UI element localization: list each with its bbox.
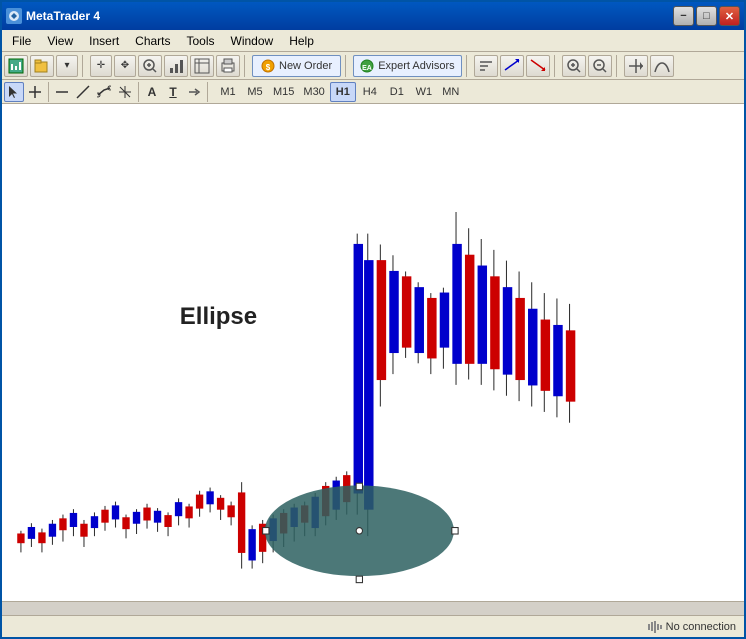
toolbar2-sep2 <box>138 82 139 102</box>
tf-h1[interactable]: H1 <box>330 82 356 102</box>
signal-bar2 <box>651 622 653 631</box>
toolbar-zoomin2-btn[interactable] <box>562 55 586 77</box>
window-title: MetaTrader 4 <box>26 9 100 23</box>
toolbar-buy-btn[interactable] <box>500 55 524 77</box>
menu-file[interactable]: File <box>4 32 39 50</box>
status-bar: No connection <box>2 615 744 637</box>
tf-m15[interactable]: M15 <box>269 82 298 102</box>
tf-w1[interactable]: W1 <box>411 82 437 102</box>
toolbar-zoomout-btn[interactable] <box>588 55 612 77</box>
expert-advisors-label: Expert Advisors <box>378 60 454 72</box>
menu-insert[interactable]: Insert <box>81 32 127 50</box>
toolbar-sep2 <box>244 55 248 77</box>
signal-bar4 <box>657 624 659 630</box>
menu-bar: File View Insert Charts Tools Window Hel… <box>2 30 744 52</box>
tf-m5[interactable]: M5 <box>242 82 268 102</box>
minimize-button[interactable]: − <box>673 6 694 26</box>
expert-advisors-button[interactable]: EA Expert Advisors <box>353 55 461 77</box>
timeframe-buttons: M1 M5 M15 M30 H1 H4 D1 W1 MN <box>215 82 464 102</box>
tf-h4[interactable]: H4 <box>357 82 383 102</box>
toolbar2-sep3 <box>207 82 208 102</box>
toolbar-crosshair-btn[interactable]: ✛ <box>90 55 112 77</box>
toolbar-dropdown-btn[interactable]: ▾ <box>56 55 78 77</box>
title-controls: − □ ✕ <box>673 6 740 26</box>
tool-crosshair-btn[interactable] <box>25 82 45 102</box>
tool-arrow-btn[interactable] <box>184 82 204 102</box>
handle-left[interactable] <box>263 528 269 534</box>
close-button[interactable]: ✕ <box>719 6 740 26</box>
handle-right[interactable] <box>452 528 458 534</box>
tool-text-btn[interactable]: A <box>142 82 162 102</box>
toolbar2: A T M1 M5 M15 M30 H1 H4 D1 W1 MN <box>2 80 744 104</box>
toolbar-zoomin-btn[interactable] <box>138 55 162 77</box>
signal-bar5 <box>660 625 662 629</box>
main-window: MetaTrader 4 − □ ✕ File View Insert Char… <box>0 0 746 639</box>
signal-bar3 <box>654 621 656 633</box>
tf-m30[interactable]: M30 <box>299 82 328 102</box>
toolbar-sync-btn[interactable] <box>624 55 648 77</box>
tool-label-btn[interactable]: T <box>163 82 183 102</box>
tf-m1[interactable]: M1 <box>215 82 241 102</box>
signal-bar1 <box>648 624 650 630</box>
toolbar-sep5 <box>554 55 558 77</box>
menu-help[interactable]: Help <box>281 32 322 50</box>
toolbar1: ▾ ✛ ✥ $ New Order EA Expert Advisors <box>2 52 744 80</box>
connection-status: No connection <box>666 621 736 633</box>
toolbar-sep4 <box>466 55 470 77</box>
toolbar-template-btn[interactable] <box>190 55 214 77</box>
toolbar-print-btn[interactable] <box>216 55 240 77</box>
toolbar-new-chart-btn[interactable] <box>4 55 28 77</box>
tool-line-btn[interactable] <box>52 82 72 102</box>
title-bar-left: MetaTrader 4 <box>6 8 100 24</box>
menu-window[interactable]: Window <box>223 32 282 50</box>
ellipse-label: Ellipse <box>180 303 257 331</box>
menu-tools[interactable]: Tools <box>179 32 223 50</box>
tool-cursor-btn[interactable] <box>4 82 24 102</box>
toolbar-sep3 <box>345 55 349 77</box>
candles-canvas: Ellipse <box>2 104 744 601</box>
svg-text:$: $ <box>266 63 271 72</box>
new-order-label: New Order <box>279 60 332 72</box>
menu-view[interactable]: View <box>39 32 81 50</box>
title-bar: MetaTrader 4 − □ ✕ <box>2 2 744 30</box>
toolbar-sell-btn[interactable] <box>526 55 550 77</box>
toolbar-sort-btn[interactable] <box>474 55 498 77</box>
toolbar-indicator-btn[interactable] <box>650 55 674 77</box>
toolbar-open-btn[interactable] <box>30 55 54 77</box>
tool-diag-btn[interactable] <box>73 82 93 102</box>
signal-icon <box>648 621 662 633</box>
chart-svg <box>2 104 744 601</box>
tf-d1[interactable]: D1 <box>384 82 410 102</box>
new-order-button[interactable]: $ New Order <box>252 55 341 77</box>
app-icon <box>6 8 22 24</box>
tf-mn[interactable]: MN <box>438 82 464 102</box>
svg-text:EA: EA <box>362 65 372 72</box>
handle-center[interactable] <box>356 528 362 534</box>
toolbar-chart-props-btn[interactable] <box>164 55 188 77</box>
tool-trend-btn[interactable] <box>94 82 114 102</box>
status-indicator: No connection <box>648 621 736 633</box>
maximize-button[interactable]: □ <box>696 6 717 26</box>
toolbar2-sep1 <box>48 82 49 102</box>
toolbar-move-btn[interactable]: ✥ <box>114 55 136 77</box>
toolbar-sep6 <box>616 55 620 77</box>
menu-charts[interactable]: Charts <box>127 32 178 50</box>
handle-top[interactable] <box>356 483 362 489</box>
tool-crosslines-btn[interactable] <box>115 82 135 102</box>
horizontal-scrollbar[interactable] <box>2 601 744 615</box>
chart-area[interactable]: Ellipse <box>2 104 744 601</box>
handle-bottom[interactable] <box>356 576 362 582</box>
toolbar-sep1 <box>82 55 86 77</box>
